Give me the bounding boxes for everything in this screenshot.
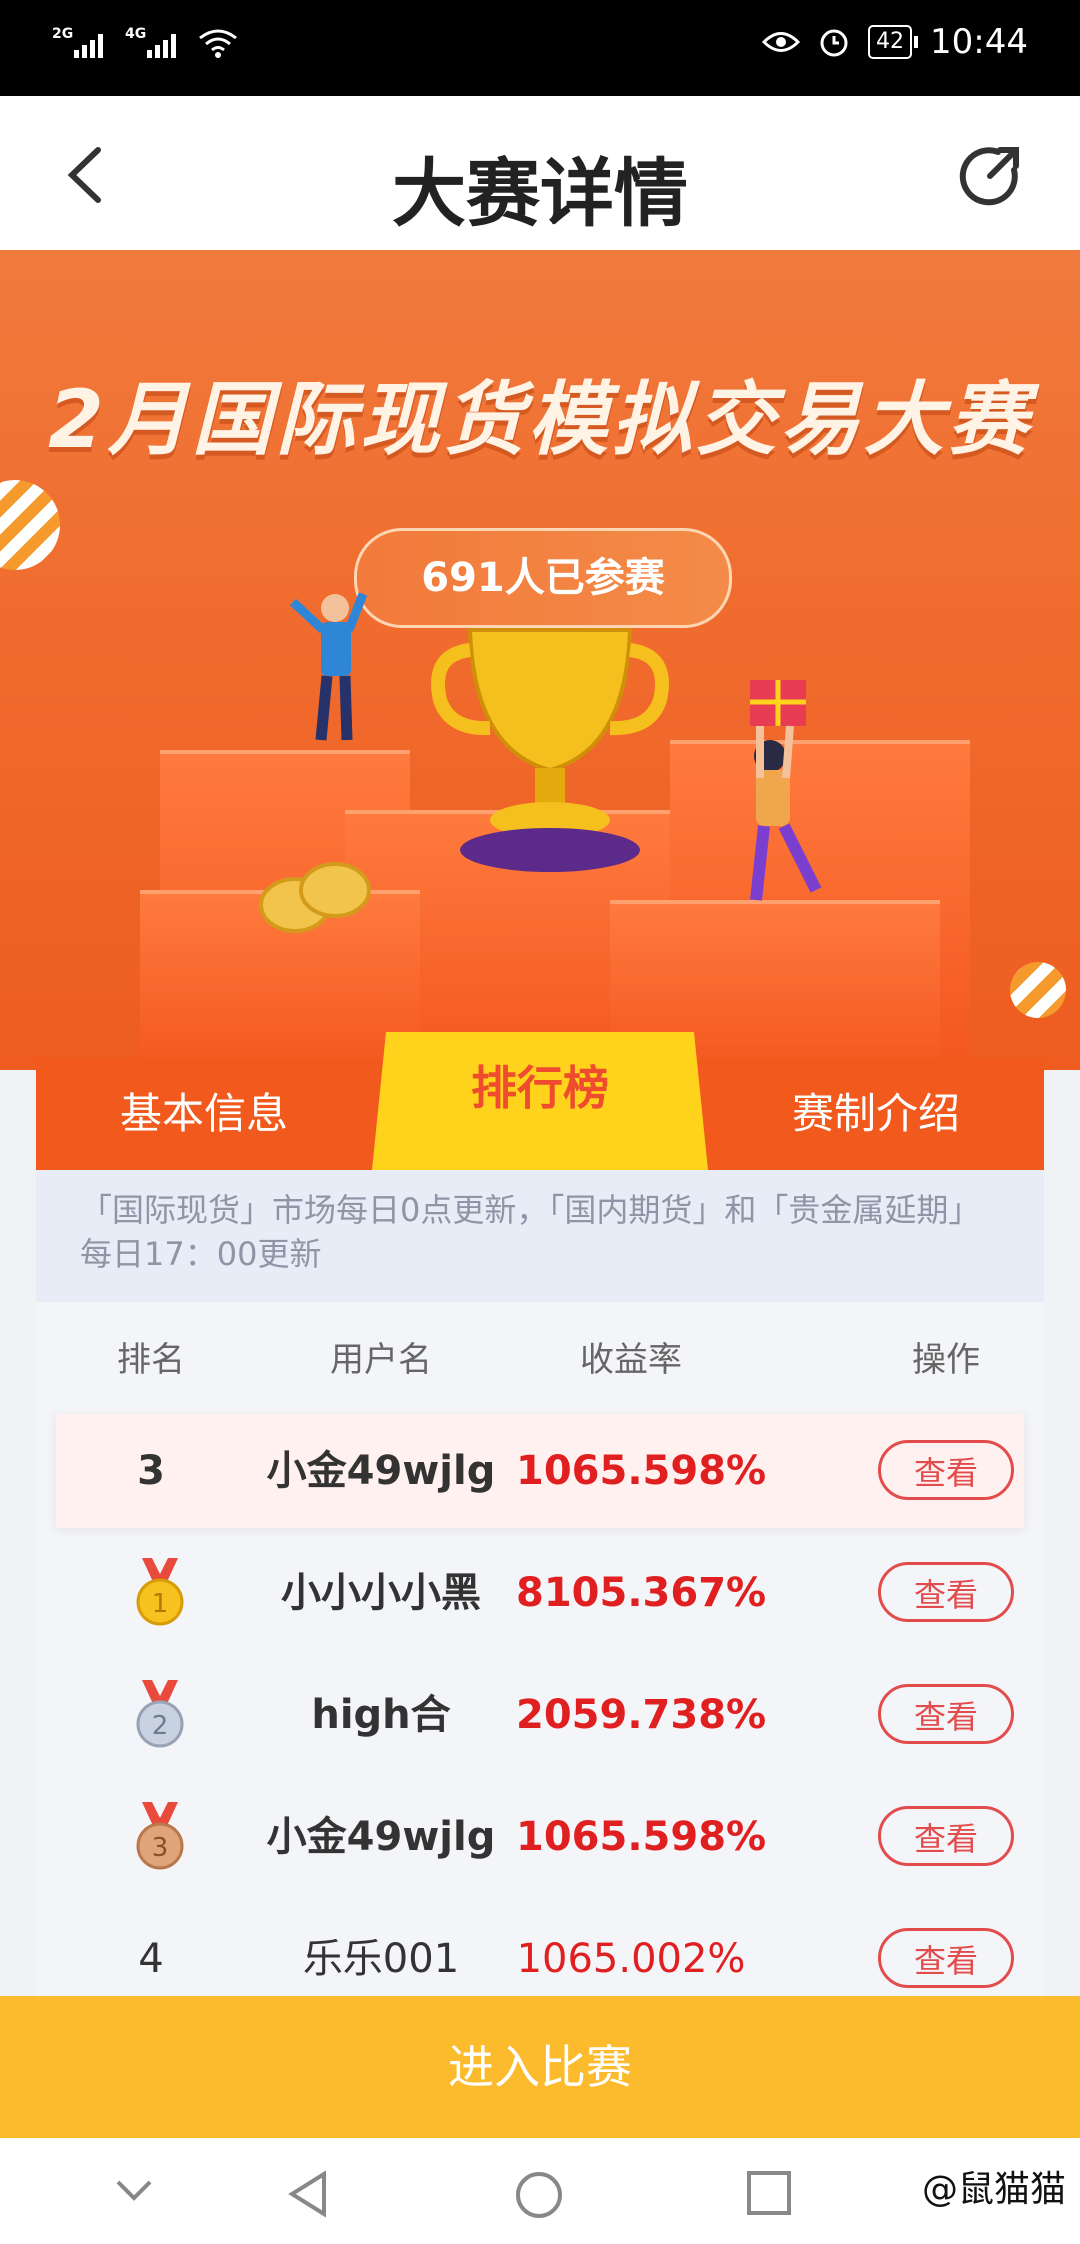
- svg-text:3: 3: [152, 1833, 169, 1863]
- page-title: 大赛详情: [392, 151, 688, 237]
- tab-leaderboard[interactable]: 排行榜: [372, 1032, 708, 1170]
- tab-rules[interactable]: 赛制介绍: [708, 1058, 1044, 1170]
- status-bar: 2G 4G 42 10:44: [0, 0, 1080, 96]
- yield-rate: 1065.002%: [516, 1936, 746, 1982]
- eye-icon: [762, 32, 801, 52]
- rank-number: 3: [137, 1448, 165, 1494]
- bronze-medal-icon: 3: [136, 1802, 184, 1870]
- yield-rate: 1065.598%: [516, 1448, 767, 1494]
- username: 小金49wjlg: [266, 1448, 496, 1494]
- home-circle-icon[interactable]: [514, 2170, 564, 2220]
- username: high合: [311, 1692, 451, 1738]
- decorative-ball: [1010, 962, 1066, 1018]
- view-button[interactable]: 查看: [878, 1806, 1014, 1866]
- header-action: 操作: [912, 1340, 980, 1380]
- header-rank: 排名: [117, 1340, 185, 1380]
- header-username: 用户名: [330, 1340, 432, 1380]
- gold-medal-icon: 1: [136, 1558, 184, 1626]
- view-button[interactable]: 查看: [878, 1684, 1014, 1744]
- recents-square-icon[interactable]: [746, 2170, 792, 2216]
- system-navigation-bar: @鼠猫猫: [0, 2138, 1080, 2244]
- table-row: 3 小金49wjlg 1065.598% 查看: [56, 1780, 1024, 1894]
- navigation-bar: 大赛详情: [0, 96, 1080, 250]
- tab-bar: 基本信息 排行榜 赛制介绍: [36, 1032, 1044, 1170]
- username: 小小小小黑: [281, 1570, 481, 1616]
- username: 小金49wjlg: [266, 1814, 496, 1860]
- coins-icon: [259, 862, 371, 933]
- rank-number: 4: [138, 1936, 164, 1982]
- view-button[interactable]: 查看: [878, 1562, 1014, 1622]
- svg-text:2: 2: [152, 1711, 169, 1741]
- table-row: 2 high合 2059.738% 查看: [56, 1658, 1024, 1772]
- yield-rate: 2059.738%: [516, 1692, 767, 1738]
- chevron-down-icon[interactable]: [112, 2170, 156, 2210]
- leaderboard-panel: 「国际现货」市场每日0点更新，「国内期货」和「贵金属延期」每日17：00更新 排…: [36, 1170, 1044, 2000]
- username: 乐乐001: [302, 1936, 460, 1982]
- yield-rate: 8105.367%: [516, 1570, 767, 1616]
- my-ranking-row: 3 小金49wjlg 1065.598% 查看: [56, 1414, 1024, 1528]
- network-type-label: 2G: [52, 26, 74, 42]
- contest-title: 2月国际现货模拟交易大赛: [48, 373, 1032, 466]
- trophy-icon: [431, 628, 669, 872]
- svg-text:1: 1: [152, 1589, 169, 1619]
- share-icon[interactable]: [954, 140, 1026, 212]
- decorative-ball: [0, 480, 60, 570]
- tab-basic-info[interactable]: 基本信息: [36, 1058, 372, 1170]
- alarm-icon: [820, 29, 848, 57]
- tab-leaderboard-label: 排行榜: [471, 1061, 609, 1115]
- watermark: @鼠猫猫: [921, 2169, 1066, 2210]
- contest-banner: 2月国际现货模拟交易大赛 691人已参赛: [0, 250, 1080, 1070]
- enter-contest-button[interactable]: 进入比赛: [0, 1996, 1080, 2138]
- network-type-label-2: 4G: [125, 26, 147, 42]
- update-notice: 「国际现货」市场每日0点更新，「国内期货」和「贵金属延期」每日17：00更新: [36, 1170, 1044, 1302]
- cell-signal-icon-2: 4G: [125, 26, 176, 58]
- woman-with-gift-figure: [750, 680, 822, 901]
- table-row: 1 小小小小黑 8105.367% 查看: [56, 1536, 1024, 1650]
- header-yield: 收益率: [580, 1340, 682, 1380]
- wifi-icon: [199, 29, 237, 58]
- view-button[interactable]: 查看: [878, 1440, 1014, 1500]
- back-triangle-icon[interactable]: [286, 2170, 330, 2218]
- table-row: 4 乐乐001 1065.002% 查看: [56, 1902, 1024, 2000]
- man-celebrating-figure: [289, 592, 368, 741]
- clock: 10:44: [930, 22, 1028, 62]
- battery-indicator: 42: [868, 25, 919, 59]
- cell-signal-icon: 2G: [52, 26, 103, 58]
- silver-medal-icon: 2: [136, 1680, 184, 1748]
- view-button[interactable]: 查看: [878, 1928, 1014, 1988]
- yield-rate: 1065.598%: [516, 1814, 767, 1860]
